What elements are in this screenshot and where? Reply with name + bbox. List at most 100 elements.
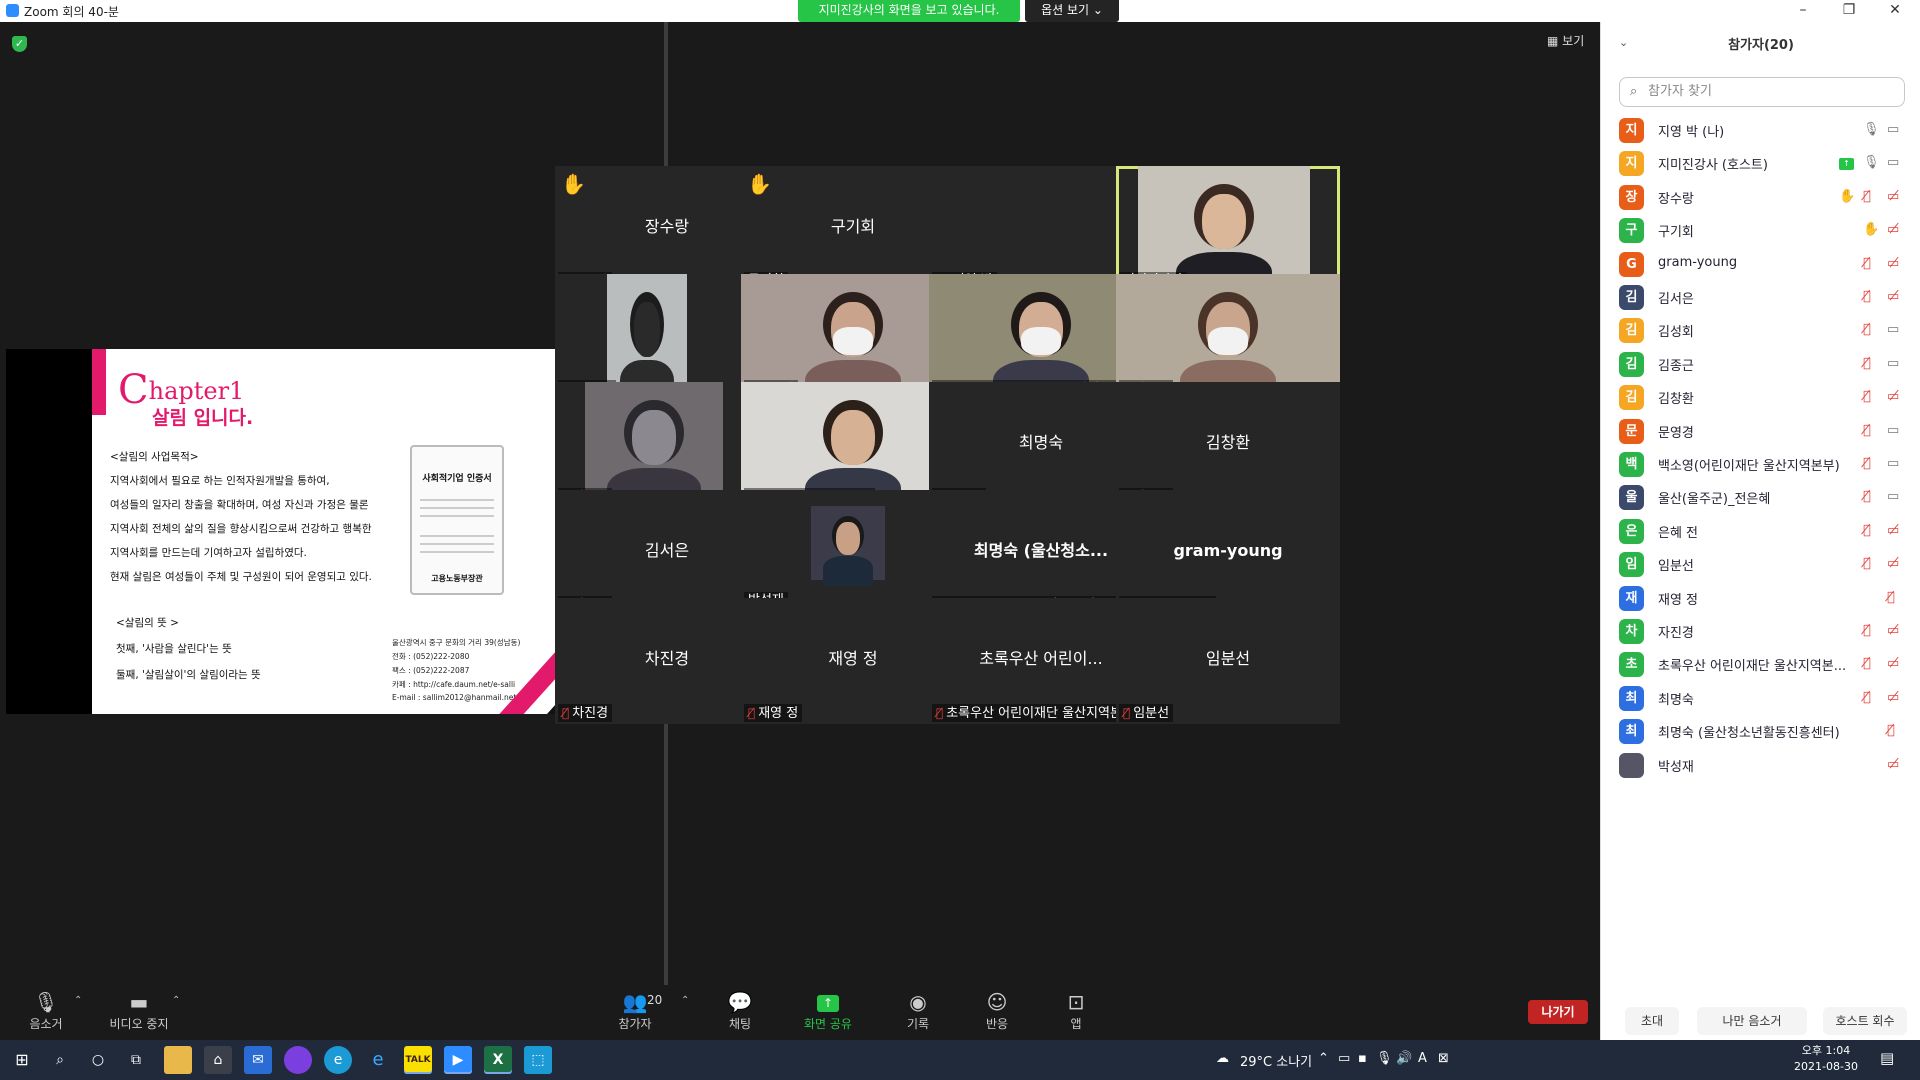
invite-button[interactable]: 초대	[1625, 1007, 1679, 1035]
excel-icon[interactable]: X	[484, 1046, 512, 1074]
video-icon: ▭	[1887, 422, 1900, 438]
avatar: 지	[1619, 151, 1644, 177]
participant-name: 박성재	[1658, 759, 1694, 775]
video-off-icon: ▭̸	[1887, 556, 1900, 572]
slide-address: 팩스 : (052)222-2087	[392, 666, 470, 675]
participant-name: gram-young	[1658, 254, 1738, 270]
mail-icon[interactable]: ✉	[244, 1046, 272, 1074]
mic-icon: 🎙	[1863, 122, 1880, 137]
record-label: 기록	[906, 1017, 930, 1031]
avatar: 김	[1619, 385, 1644, 411]
participant-name: 초록우산 어린이재단 울산지역본...	[1658, 659, 1847, 675]
apps-button[interactable]: ⊡ 앱	[1036, 985, 1116, 1040]
video-icon: ▭	[1887, 355, 1900, 371]
slide-meaning-line: 첫째, '사람을 살린다'는 뜻	[116, 643, 232, 655]
participant-search-placeholder: 참가자 찾기	[1648, 84, 1712, 99]
share-label: 화면 공유	[804, 1017, 852, 1031]
close-icon[interactable]: ✕	[1872, 0, 1918, 22]
ime-indicator[interactable]: A	[1418, 1051, 1427, 1066]
slide-subtitle: 살림 입니다.	[152, 407, 254, 429]
avatar: 초	[1619, 652, 1644, 678]
app-icon[interactable]: ⬚	[524, 1046, 552, 1074]
tile-name-label: 🎙̸ 재영 정	[744, 704, 803, 722]
muted-mic-icon: 🎙̸	[748, 706, 756, 720]
participant-row[interactable]: 박성재 ▭̸	[1601, 745, 1920, 786]
participants-count: 20	[647, 993, 663, 1007]
reclaim-host-button[interactable]: 호스트 회수	[1823, 1007, 1907, 1035]
participants-icon: 👥	[622, 990, 648, 1014]
participant-name: 임분선	[1658, 559, 1694, 575]
video-options-caret-icon[interactable]: ⌃	[172, 995, 180, 1006]
participant-name: 자진경	[1658, 626, 1694, 641]
apps-label: 앱	[1070, 1017, 1082, 1031]
security-shield-icon[interactable]: ✓	[12, 36, 27, 52]
slide-line: 현재 살림은 여성들이 주체 및 구성원이 되어 운영되고 있다.	[110, 571, 372, 583]
muted-mic-icon: 🎙̸	[1863, 556, 1871, 572]
tray-app-icon[interactable]: ▭	[1338, 1051, 1350, 1066]
paint-app-icon[interactable]	[284, 1046, 312, 1074]
chat-button[interactable]: 💬 채팅	[700, 985, 780, 1040]
avatar: 김	[1619, 285, 1644, 310]
avatar: 차	[1619, 619, 1644, 644]
slide-line: 지역사회 전체의 삶의 질을 향상시킴으로써 건강하고 행복한	[110, 523, 372, 535]
edge-browser-icon[interactable]: e	[324, 1046, 352, 1074]
task-view-icon[interactable]: ⧉	[122, 1046, 150, 1074]
avatar: 은	[1619, 518, 1644, 544]
stop-video-button[interactable]: ▬ 비디오 중지 ⌃	[98, 985, 180, 1040]
tray-wifi-icon[interactable]: ▪	[1358, 1051, 1367, 1066]
participant-name: 김서은	[1658, 292, 1694, 307]
kakaotalk-icon[interactable]: TALK	[404, 1046, 432, 1074]
mute-options-caret-icon[interactable]: ⌃	[74, 995, 82, 1006]
participants-button[interactable]: 👥 20 참가자 ⌃	[595, 985, 689, 1040]
mute-me-button[interactable]: 나만 음소거	[1697, 1007, 1807, 1035]
raised-hand-icon: ✋	[1839, 188, 1856, 204]
video-off-icon: ▭̸	[1887, 689, 1900, 705]
cortana-icon[interactable]: ○	[84, 1046, 112, 1074]
video-tile[interactable]: 임분선 🎙̸ 임분선	[1116, 598, 1340, 724]
muted-mic-icon: 🎙̸	[1863, 656, 1871, 672]
video-icon: ▭	[1887, 322, 1900, 338]
minimize-icon[interactable]: –	[1780, 0, 1826, 22]
store-icon[interactable]: ⌂	[204, 1046, 232, 1074]
chat-bubble-icon: 💬	[727, 990, 753, 1014]
slide-address: 전화 : (052)222-2080	[392, 652, 470, 661]
file-explorer-icon[interactable]	[164, 1046, 192, 1074]
participant-search-input[interactable]: ⌕ 참가자 찾기	[1619, 77, 1905, 107]
share-screen-button[interactable]: ↑ 화면 공유	[788, 985, 868, 1040]
certificate-issuer: 고용노동부장관	[431, 574, 483, 583]
search-icon[interactable]: ⌕	[46, 1046, 74, 1074]
system-clock[interactable]: 오후 1:04 2021-08-30	[1786, 1043, 1866, 1075]
weather-text[interactable]: 29°C 소나기	[1240, 1051, 1312, 1070]
video-off-icon: ▭̸	[1887, 289, 1900, 304]
participants-caret-icon[interactable]: ⌃	[681, 995, 689, 1006]
muted-mic-icon: 🎙̸	[1863, 289, 1871, 304]
maximize-icon[interactable]: ❐	[1826, 0, 1872, 22]
tray-network-icon[interactable]: ⊠	[1438, 1051, 1449, 1066]
raised-hand-icon: ✋	[747, 172, 772, 196]
smiley-icon: ☺	[986, 990, 1008, 1014]
internet-explorer-icon[interactable]: e	[364, 1046, 392, 1074]
muted-mic-icon: 🎙̸	[1887, 589, 1895, 605]
leave-button[interactable]: 나가기	[1528, 1000, 1588, 1024]
gallery-view-button[interactable]: ▦ 보기	[1547, 32, 1584, 49]
view-options-button[interactable]: 옵션 보기 ⌄	[1025, 0, 1119, 22]
video-off-icon: ▭̸	[1887, 222, 1900, 238]
tile-name: 차진경	[572, 706, 609, 721]
slide-purpose-head: <살림의 사업목적>	[110, 451, 199, 463]
mute-button[interactable]: 🎙 음소거 ⌃	[6, 985, 86, 1040]
tray-volume-icon[interactable]: 🔊	[1396, 1051, 1412, 1066]
zoom-taskbar-icon[interactable]: ▶	[444, 1046, 472, 1074]
zoom-logo-icon	[6, 4, 19, 17]
tray-microphone-icon[interactable]: 🎙	[1376, 1051, 1393, 1066]
avatar: 임	[1619, 552, 1644, 578]
slide-line: 지역사회를 만드는데 기여하고자 설립하였다.	[110, 547, 307, 559]
notifications-icon[interactable]: ▤	[1880, 1049, 1894, 1067]
tray-expand-icon[interactable]: ⌃	[1318, 1051, 1329, 1066]
video-off-icon: ▭̸	[1887, 623, 1900, 638]
muted-mic-icon: 🎙̸	[1863, 456, 1871, 471]
record-button[interactable]: ◉ 기록	[878, 985, 958, 1040]
muted-mic-icon: 🎙̸	[1863, 689, 1871, 705]
avatar: 장	[1619, 184, 1644, 210]
reactions-button[interactable]: ☺ 반응	[957, 985, 1037, 1040]
windows-start-icon[interactable]: ⊞	[8, 1046, 36, 1074]
